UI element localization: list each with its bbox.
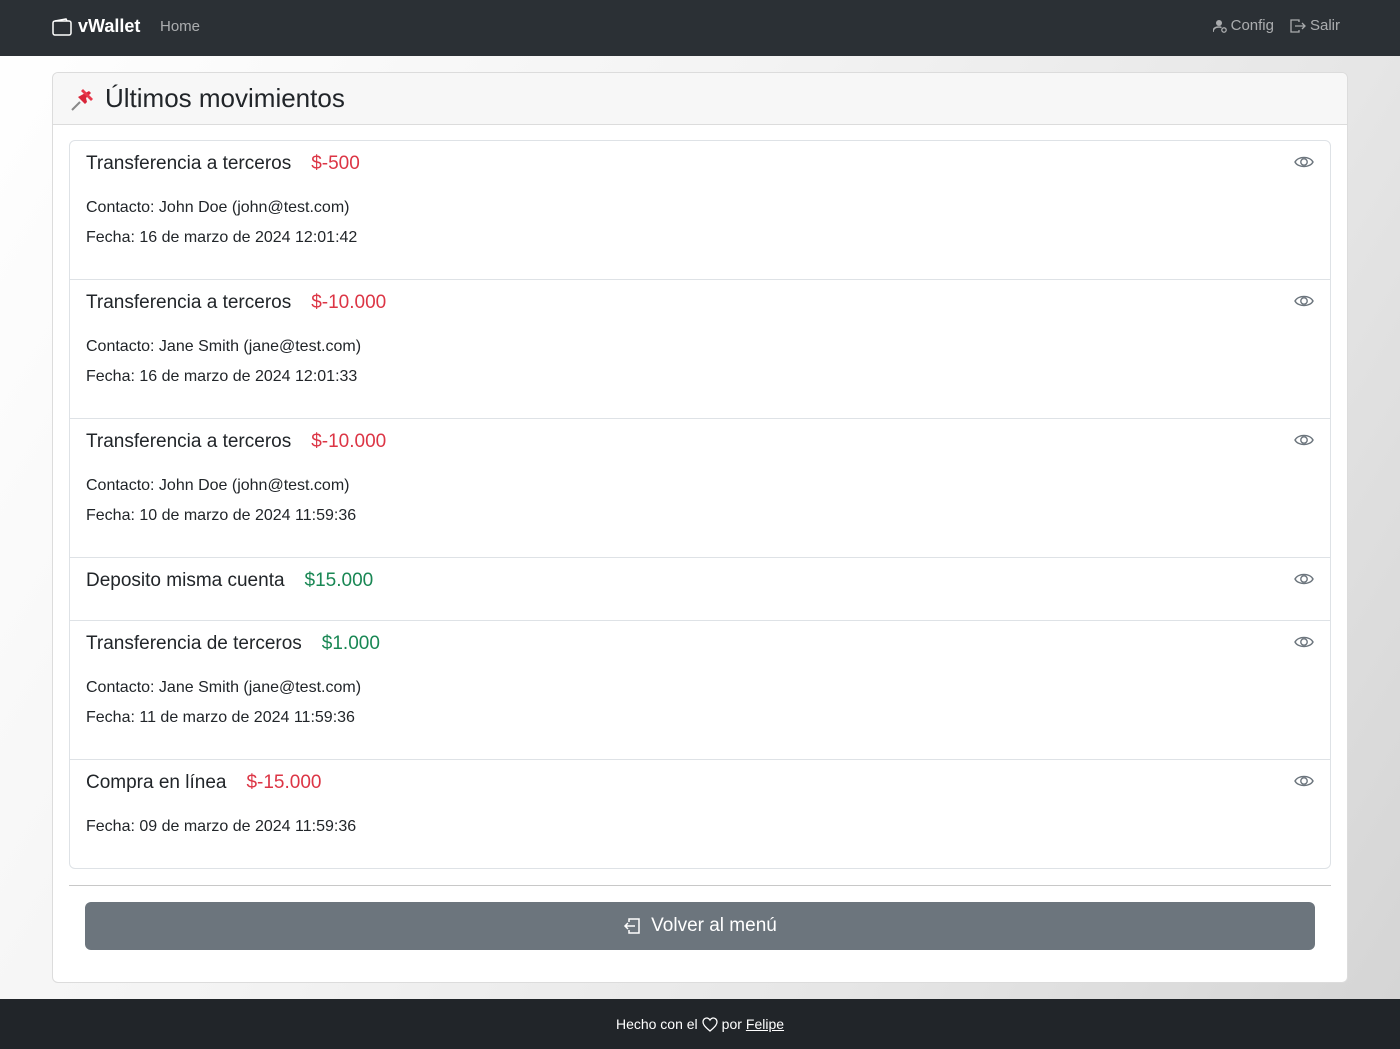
heart-icon bbox=[702, 1016, 718, 1032]
back-button-label: Volver al menú bbox=[651, 915, 777, 936]
movement-contact: Contacto: John Doe (john@test.com) bbox=[86, 477, 350, 494]
eye-icon[interactable] bbox=[1294, 432, 1314, 448]
card-header: Últimos movimientos bbox=[53, 73, 1347, 125]
movement-date: Fecha: 16 de marzo de 2024 12:01:33 bbox=[86, 368, 358, 385]
author-link[interactable]: Felipe bbox=[746, 1016, 784, 1032]
movement-amount: $-15.000 bbox=[246, 772, 322, 793]
top-navbar: vWallet Home Config Salir bbox=[0, 0, 1400, 56]
box-arrow-in-left-icon bbox=[624, 918, 640, 934]
movement-contact: Contacto: Jane Smith (jane@test.com) bbox=[86, 679, 362, 696]
movements-card: Últimos movimientos Transferencia a terc… bbox=[52, 72, 1348, 983]
brand-link[interactable]: vWallet bbox=[52, 16, 140, 37]
box-arrow-right-icon bbox=[1290, 18, 1306, 33]
movements-list: Transferencia a terceros $-500 Contacto:… bbox=[69, 140, 1331, 869]
back-to-menu-button[interactable]: Volver al menú bbox=[85, 902, 1315, 950]
footer-middle: por bbox=[721, 1016, 742, 1032]
logout-label: Salir bbox=[1309, 17, 1340, 34]
nav-home-link[interactable]: Home bbox=[160, 18, 200, 35]
movement-date: Fecha: 09 de marzo de 2024 11:59:36 bbox=[86, 818, 357, 835]
footer: Hecho con el por Felipe bbox=[0, 999, 1400, 1049]
list-item[interactable]: Compra en línea $-15.000 Fecha: 09 de ma… bbox=[70, 760, 1330, 868]
pushpin-icon bbox=[71, 88, 93, 111]
eye-icon[interactable] bbox=[1294, 571, 1314, 587]
movement-name: Transferencia a terceros bbox=[86, 292, 292, 313]
eye-icon[interactable] bbox=[1294, 634, 1314, 650]
movement-name: Transferencia de terceros bbox=[86, 633, 302, 654]
config-link[interactable]: Config bbox=[1212, 17, 1274, 34]
movement-date: Fecha: 16 de marzo de 2024 12:01:42 bbox=[86, 229, 358, 246]
logout-link[interactable]: Salir bbox=[1290, 17, 1340, 34]
movement-amount: $15.000 bbox=[304, 570, 374, 591]
wallet-icon bbox=[52, 17, 72, 36]
divider bbox=[69, 885, 1331, 886]
list-item[interactable]: Transferencia de terceros $1.000 Contact… bbox=[70, 621, 1330, 760]
list-item[interactable]: Transferencia a terceros $-10.000 Contac… bbox=[70, 419, 1330, 558]
footer-prefix: Hecho con el bbox=[615, 1016, 698, 1032]
movement-name: Transferencia a terceros bbox=[86, 431, 292, 452]
movement-date: Fecha: 11 de marzo de 2024 11:59:36 bbox=[86, 709, 355, 726]
movement-contact: Contacto: Jane Smith (jane@test.com) bbox=[86, 338, 362, 355]
movement-contact: Contacto: John Doe (john@test.com) bbox=[86, 199, 350, 216]
list-item[interactable]: Deposito misma cuenta $15.000 bbox=[70, 558, 1330, 621]
eye-icon[interactable] bbox=[1294, 773, 1314, 789]
brand-name: vWallet bbox=[78, 16, 141, 36]
eye-icon[interactable] bbox=[1294, 154, 1314, 170]
movement-amount: $-10.000 bbox=[311, 292, 387, 313]
config-label: Config bbox=[1230, 17, 1274, 34]
page-title: Últimos movimientos bbox=[105, 83, 345, 113]
list-item[interactable]: Transferencia a terceros $-10.000 Contac… bbox=[70, 280, 1330, 419]
movement-date: Fecha: 10 de marzo de 2024 11:59:36 bbox=[86, 507, 357, 524]
movement-name: Compra en línea bbox=[86, 772, 227, 793]
movement-name: Deposito misma cuenta bbox=[86, 570, 285, 591]
movement-amount: $1.000 bbox=[321, 633, 380, 654]
movement-amount: $-10.000 bbox=[311, 431, 387, 452]
nav-right-group: Config Salir bbox=[1212, 17, 1340, 34]
movement-amount: $-500 bbox=[311, 153, 360, 174]
movement-name: Transferencia a terceros bbox=[86, 153, 292, 174]
person-gear-icon bbox=[1212, 19, 1227, 33]
eye-icon[interactable] bbox=[1294, 293, 1314, 309]
list-item[interactable]: Transferencia a terceros $-500 Contacto:… bbox=[70, 141, 1330, 280]
